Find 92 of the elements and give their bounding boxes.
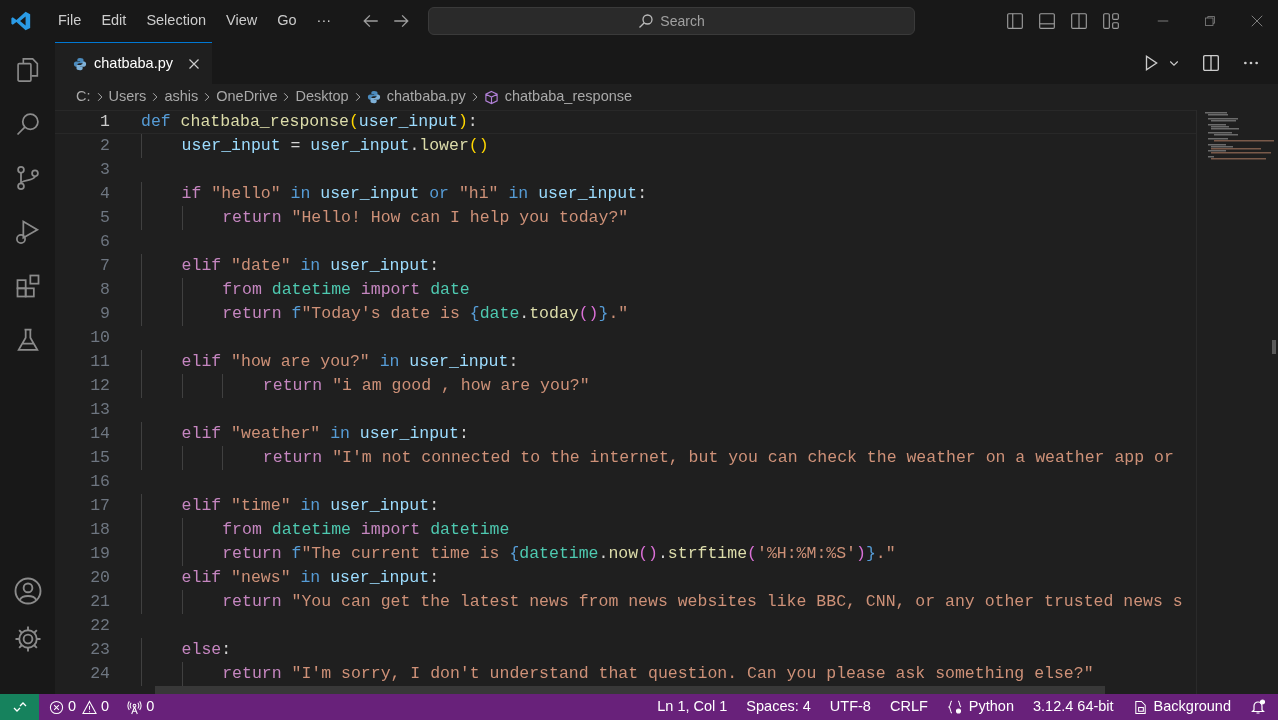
code-line: return "Hello! How can I help you today?" <box>222 206 629 229</box>
menu-item[interactable]: ··· <box>307 7 341 35</box>
line-number: 16 <box>89 470 110 493</box>
line-number: 11 <box>89 350 110 373</box>
line-ending-setting[interactable]: CRLF <box>889 696 928 718</box>
close-icon[interactable] <box>1250 14 1264 28</box>
code-line: return f"The current time is {datetime.now().strftime('%H:%M:%S')}." <box>222 542 896 565</box>
panel-toggle-icon[interactable] <box>1038 12 1056 30</box>
code-line: from datetime import date <box>222 278 470 301</box>
language-mode[interactable]: Python <box>946 696 1014 718</box>
back-arrow-icon[interactable] <box>362 12 381 30</box>
cube-icon <box>483 89 499 105</box>
code-line: elif "weather" in user_input: <box>181 422 469 445</box>
line-number: 19 <box>89 542 110 565</box>
line-number: 3 <box>99 158 110 181</box>
breadcrumb-item[interactable]: ashis <box>164 86 199 108</box>
menu-item[interactable]: File <box>49 7 91 35</box>
code-line: def chatbaba_response(user_input): <box>141 110 478 133</box>
minimap-code-drawing <box>1205 112 1275 160</box>
scrollbar-thumb[interactable] <box>1272 340 1276 354</box>
sidebar-toggle-icon[interactable] <box>1006 12 1024 30</box>
problems-button[interactable]: 0 0 <box>49 696 110 718</box>
line-number: 7 <box>99 254 110 277</box>
ports-button[interactable]: 0 <box>127 696 155 718</box>
code-line: elif "time" in user_input: <box>181 494 440 517</box>
menu-item[interactable]: Selection <box>137 7 216 35</box>
forward-arrow-icon[interactable] <box>392 12 411 30</box>
secondary-sidebar-icon[interactable] <box>1070 12 1088 30</box>
code-line: return "I'm not connected to the internet, but you can check the weather on a weather app or <box>262 446 1174 469</box>
editor-tab[interactable]: chatbaba.py <box>55 42 212 84</box>
code-line: return "You can get the latest news from news websites like BBC, CNN, or any other trusted news s <box>222 590 1183 613</box>
line-number: 21 <box>89 590 110 613</box>
line-number: 24 <box>89 662 110 685</box>
breadcrumb-item[interactable]: chatbaba.py <box>366 86 466 108</box>
notification-bell-icon[interactable] <box>1250 699 1266 715</box>
line-number: 4 <box>99 182 110 205</box>
encoding-setting[interactable]: UTF-8 <box>829 696 871 718</box>
maximize-icon[interactable] <box>1204 15 1216 27</box>
line-number: 9 <box>99 302 110 325</box>
breadcrumb-item[interactable]: chatbaba_response <box>483 86 633 108</box>
search-field[interactable]: Search <box>428 7 916 35</box>
line-number: 13 <box>89 398 110 421</box>
code-line: return "i am good , how are you?" <box>262 374 590 397</box>
code-line: else: <box>181 638 232 661</box>
error-icon <box>49 699 64 715</box>
line-number: 5 <box>99 206 110 229</box>
line-number: 12 <box>89 374 110 397</box>
menu-item[interactable]: Go <box>268 7 306 35</box>
code-line: elif "how are you?" in user_input: <box>181 350 519 373</box>
interpreter-version[interactable]: 3.12.4 64-bit <box>1033 696 1114 718</box>
line-number: 18 <box>89 518 110 541</box>
breadcrumb-item[interactable]: Users <box>108 86 147 108</box>
line-number: 14 <box>89 422 110 445</box>
code-line: from datetime import datetime <box>222 518 510 541</box>
app-logo-icon <box>10 10 32 32</box>
python-file-icon <box>73 56 87 71</box>
line-number: 10 <box>89 326 110 349</box>
python-file-icon <box>366 90 381 104</box>
line-number: 1 <box>99 110 110 133</box>
run-debug-icon[interactable] <box>13 218 42 246</box>
breadcrumb-item[interactable]: OneDrive <box>216 86 278 108</box>
split-editor-icon[interactable] <box>1202 54 1220 72</box>
line-number: 2 <box>99 134 110 157</box>
background-button[interactable]: Background <box>1132 696 1231 718</box>
horizontal-scrollbar[interactable] <box>155 686 1105 694</box>
search-icon <box>638 13 655 29</box>
antenna-icon <box>127 699 143 715</box>
line-number: 6 <box>99 230 110 253</box>
close-icon[interactable] <box>188 57 200 70</box>
layout-icon[interactable] <box>1102 12 1120 30</box>
indentation-setting[interactable]: Spaces: 4 <box>746 696 811 718</box>
line-number: 15 <box>89 446 110 469</box>
cursor-position[interactable]: Ln 1, Col 1 <box>657 696 728 718</box>
code-line: if "hello" in user_input or "hi" in user_input: <box>181 182 648 205</box>
code-line: return f"Today's date is {date.today()}." <box>222 302 629 325</box>
menu-item[interactable]: Edit <box>92 7 136 35</box>
warning-icon <box>82 699 98 715</box>
line-number: 23 <box>89 638 110 661</box>
code-line: elif "date" in user_input: <box>181 254 440 277</box>
code-line: elif "news" in user_input: <box>181 566 440 589</box>
breadcrumb-item[interactable]: Desktop <box>295 86 349 108</box>
braces-icon <box>946 699 963 715</box>
account-icon[interactable] <box>12 576 43 606</box>
breadcrumb-item[interactable]: C: <box>76 86 91 108</box>
line-number: 22 <box>89 614 110 637</box>
document-icon <box>1132 699 1148 715</box>
line-number: 8 <box>99 278 110 301</box>
line-number: 17 <box>89 494 110 517</box>
menu-item[interactable]: View <box>217 7 267 35</box>
line-number: 20 <box>89 566 110 589</box>
code-line: user_input = user_input.lower() <box>181 134 489 157</box>
code-line: return "I'm sorry, I don't understand that question. Can you please ask something else?" <box>222 662 1094 685</box>
